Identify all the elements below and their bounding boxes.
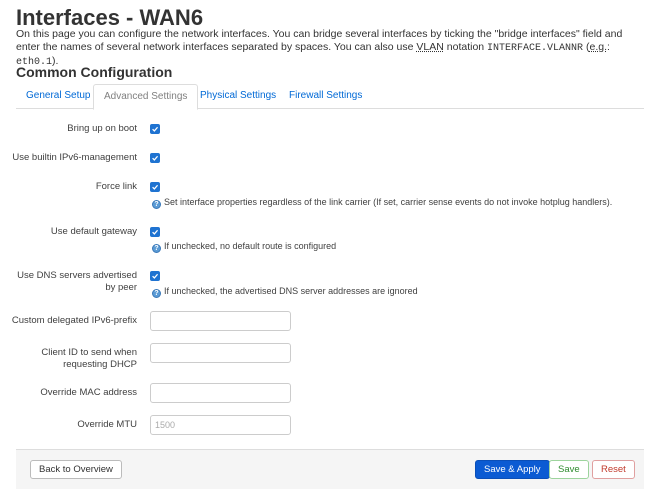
force-link-help: ? Set interface properties regardless of …	[152, 197, 612, 209]
help-icon: ?	[152, 289, 161, 298]
back-to-overview-button[interactable]: Back to Overview	[30, 460, 122, 479]
tab-firewall-settings[interactable]: Firewall Settings	[279, 84, 372, 109]
checkmark-icon	[152, 273, 159, 279]
reset-button[interactable]: Reset	[592, 460, 635, 479]
default-gateway-checkbox[interactable]	[150, 227, 160, 237]
peer-dns-label-line1: Use DNS servers advertised	[17, 270, 137, 281]
save-apply-button[interactable]: Save & Apply	[475, 460, 550, 479]
peer-dns-label-line2: by peer	[105, 282, 137, 293]
bring-up-on-boot-checkbox[interactable]	[150, 124, 160, 134]
checkmark-icon	[152, 126, 159, 132]
checkmark-icon	[152, 155, 159, 161]
client-id-input[interactable]	[150, 343, 291, 363]
vlan-abbr: VLAN	[416, 41, 444, 53]
peer-dns-label: Use DNS servers advertised by peer	[7, 270, 137, 294]
help-icon: ?	[152, 200, 161, 209]
macaddr-label: Override MAC address	[40, 387, 137, 398]
client-id-label: Client ID to send when requesting DHCP	[7, 347, 137, 371]
form-footer: Back to Overview Save & Apply Save Reset	[16, 449, 644, 489]
page-description: On this page you can configure the netwo…	[16, 28, 644, 69]
client-id-label-line1: Client ID to send when	[41, 347, 137, 358]
default-gateway-help-text: If unchecked, no default route is config…	[164, 241, 337, 251]
client-id-label-line2: requesting DHCP	[63, 359, 137, 370]
checkmark-icon	[152, 229, 159, 235]
tab-physical-settings[interactable]: Physical Settings	[190, 84, 286, 109]
tab-general-setup[interactable]: General Setup	[16, 84, 101, 109]
tab-bar: General Setup Advanced Settings Physical…	[16, 84, 644, 110]
peer-dns-help-text: If unchecked, the advertised DNS server …	[164, 286, 418, 296]
description-text: notation	[443, 41, 488, 53]
bring-up-on-boot-label: Bring up on boot	[67, 123, 137, 134]
builtin-ipv6-checkbox[interactable]	[150, 153, 160, 163]
default-gateway-help: ? If unchecked, no default route is confi…	[152, 241, 336, 253]
ip6prefix-input[interactable]	[150, 311, 291, 331]
peer-dns-help: ? If unchecked, the advertised DNS server…	[152, 286, 418, 298]
checkmark-icon	[152, 184, 159, 190]
description-text: :	[607, 41, 610, 53]
default-gateway-label: Use default gateway	[50, 226, 137, 237]
vlan-notation-code: INTERFACE.VLANNR	[487, 43, 584, 54]
mtu-label: Override MTU	[77, 419, 137, 430]
force-link-label: Force link	[95, 181, 137, 192]
force-link-help-text: Set interface properties regardless of t…	[164, 197, 613, 207]
ip6prefix-label: Custom delegated IPv6-prefix	[11, 315, 137, 326]
section-title: Common Configuration	[16, 64, 173, 80]
eg-abbr: e.g.	[589, 41, 607, 53]
tab-advanced-settings[interactable]: Advanced Settings	[93, 84, 199, 110]
help-icon: ?	[152, 244, 161, 253]
force-link-checkbox[interactable]	[150, 182, 160, 192]
macaddr-input[interactable]	[150, 383, 291, 403]
peer-dns-checkbox[interactable]	[150, 271, 160, 281]
save-button[interactable]: Save	[549, 460, 589, 479]
mtu-input[interactable]	[150, 415, 291, 435]
builtin-ipv6-label: Use builtin IPv6-management	[12, 152, 137, 163]
